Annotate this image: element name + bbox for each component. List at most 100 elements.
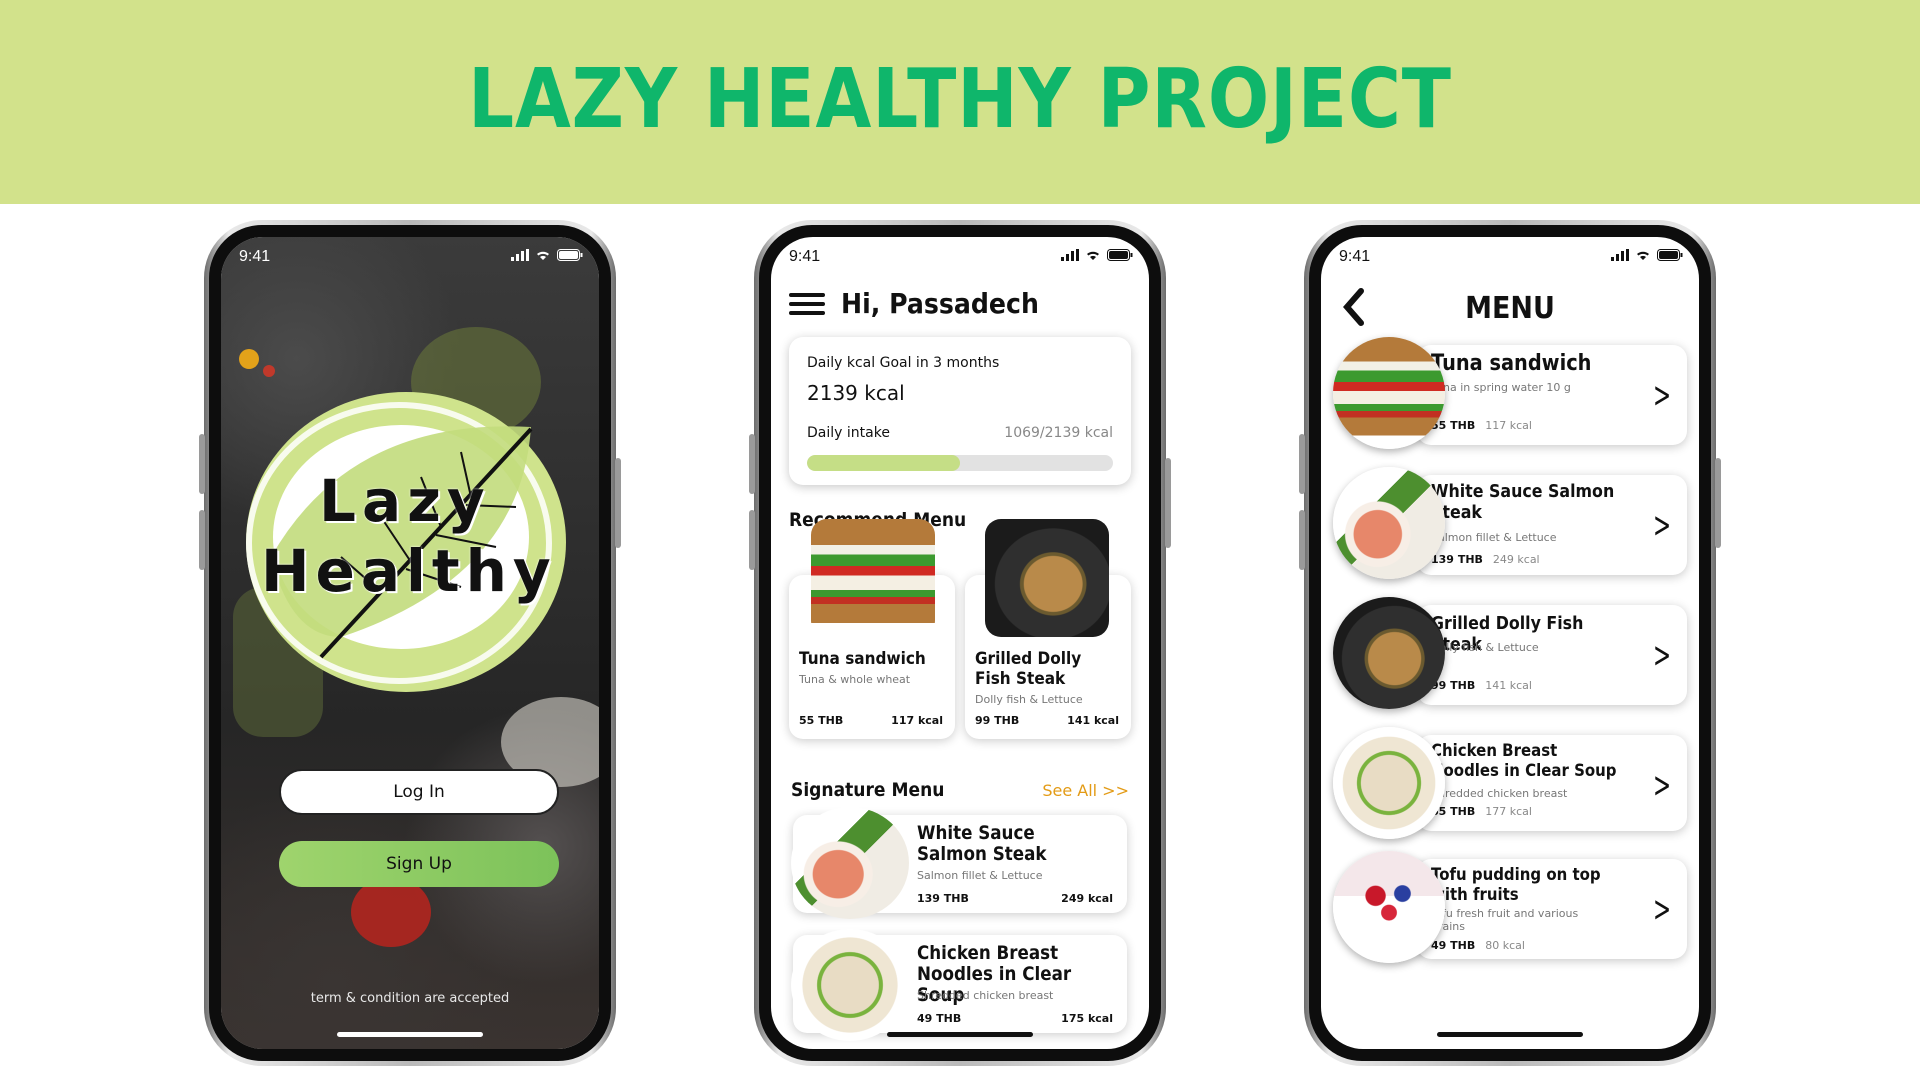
- menu-item-currency: THB: [1450, 939, 1476, 952]
- volume-button: [199, 434, 205, 494]
- home-screen: 9:41 Hi, Passadech Daily kcal Goal in 3 …: [771, 237, 1149, 1049]
- menu-item-currency: THB: [1450, 679, 1476, 692]
- wifi-icon: [1087, 251, 1099, 260]
- menu-item-currency: THB: [1457, 553, 1483, 566]
- menu-item-card[interactable]: Chicken Breast Noodles in Clear Soup Shr…: [1417, 735, 1687, 831]
- fish-steak-image: [985, 519, 1109, 637]
- signup-button[interactable]: Sign Up: [279, 841, 559, 887]
- recommend-item-name: Grilled Dolly Fish Steak: [975, 649, 1082, 689]
- title-banner: LAZY HEALTHY PROJECT: [0, 0, 1920, 204]
- menu-item-currency: THB: [1450, 805, 1476, 818]
- wifi-icon: [537, 251, 549, 260]
- terms-text: term & condition are accepted: [310, 991, 510, 1006]
- fish-steak-image: [1333, 597, 1445, 709]
- menu-item-kcal: 80 kcal: [1485, 939, 1525, 952]
- phone-welcome: 9:41 Lazy Healthy Log In Sign Up term & …: [199, 220, 621, 1066]
- recommend-item-price: 99 THB: [975, 714, 1020, 727]
- power-button: [1715, 458, 1721, 548]
- home-indicator[interactable]: [337, 1032, 483, 1037]
- recommend-item-price: 55 THB: [799, 714, 844, 727]
- power-button: [615, 458, 621, 548]
- signature-item-kcal: 249 kcal: [1061, 892, 1113, 905]
- menu-item-card[interactable]: Tuna sandwich Tuna in spring water 10 g …: [1417, 345, 1687, 445]
- noodle-soup-image: [1333, 727, 1445, 839]
- volume-button: [749, 434, 755, 494]
- chevron-right-icon[interactable]: >: [1653, 635, 1671, 676]
- tofu-pudding-image: [1333, 851, 1445, 963]
- logo-text: Healthy: [261, 537, 557, 605]
- salmon-image: [1333, 467, 1445, 579]
- home-indicator[interactable]: [887, 1032, 1033, 1037]
- menu-item-desc: Shredded chicken breast: [1431, 787, 1568, 800]
- intake-progress-bar: [807, 455, 1113, 471]
- menu-item-kcal: 177 kcal: [1485, 805, 1532, 818]
- volume-button: [199, 510, 205, 570]
- home-indicator[interactable]: [1437, 1032, 1583, 1037]
- volume-button: [749, 510, 755, 570]
- menu-item-desc: Dolly fish & Lettuce: [1431, 641, 1539, 654]
- menu-item-card[interactable]: White Sauce Salmon Steak Salmon fillet &…: [1417, 475, 1687, 575]
- login-button[interactable]: Log In: [279, 769, 559, 815]
- see-all-link[interactable]: See All >>: [1042, 781, 1129, 800]
- menu-item-name: Chicken Breast Noodles in Clear Soup: [1431, 741, 1617, 781]
- greeting: Hi, Passadech: [841, 287, 1039, 320]
- menu-item-desc: Salmon fillet & Lettuce: [1431, 531, 1557, 544]
- signature-item-price: 49 THB: [917, 1012, 962, 1025]
- signature-item-price: 139 THB: [917, 892, 969, 905]
- signature-item-kcal: 175 kcal: [1061, 1012, 1113, 1025]
- signal-icon: [1611, 249, 1629, 261]
- signature-item-name: White Sauce Salmon Steak: [917, 822, 1047, 865]
- menu-item-desc: tofu fresh fruit and various grains: [1431, 907, 1579, 933]
- lazy-healthy-logo: Lazy Healthy: [231, 357, 591, 717]
- phone-home: 9:41 Hi, Passadech Daily kcal Goal in 3 …: [749, 220, 1171, 1066]
- recommend-item-desc: Tuna & whole wheat: [799, 673, 911, 686]
- menu-item-kcal: 249 kcal: [1492, 553, 1540, 566]
- intake-label: Daily intake: [807, 425, 890, 441]
- signal-icon: [511, 249, 529, 261]
- wifi-icon: [1637, 251, 1649, 260]
- status-time: 9:41: [1339, 248, 1371, 265]
- menu-item-kcal: 141 kcal: [1485, 679, 1532, 692]
- chevron-right-icon[interactable]: >: [1653, 889, 1671, 930]
- menu-item-desc: Tuna in spring water 10 g: [1431, 381, 1571, 394]
- sandwich-image: [1333, 337, 1445, 449]
- menu-item-name: Tuna sandwich: [1431, 351, 1592, 376]
- intake-value: 1069/2139 kcal: [1004, 425, 1113, 441]
- volume-button: [1299, 434, 1305, 494]
- chevron-right-icon[interactable]: >: [1653, 765, 1671, 806]
- menu-title: MENU: [1465, 291, 1555, 326]
- phone-menu: 9:41 MENU Tuna sandwich Tuna in spring w…: [1299, 220, 1721, 1066]
- goal-label: Daily kcal Goal in 3 months: [807, 355, 1000, 371]
- status-bar: 9:41: [771, 237, 1149, 277]
- recommend-item-kcal: 117 kcal: [891, 714, 943, 727]
- recommend-item-name: Tuna sandwich: [799, 649, 926, 669]
- signal-icon: [1061, 249, 1079, 261]
- intake-progress-fill: [807, 455, 960, 471]
- chevron-right-icon[interactable]: >: [1653, 375, 1671, 416]
- noodle-soup-image: [791, 929, 909, 1041]
- welcome-screen: 9:41 Lazy Healthy Log In Sign Up term & …: [221, 237, 599, 1049]
- menu-item-card[interactable]: Grilled Dolly Fish Steak Dolly fish & Le…: [1417, 605, 1687, 705]
- power-button: [1165, 458, 1171, 548]
- menu-item-name: Tofu pudding on top with fruits: [1431, 865, 1601, 905]
- signature-item-desc: Salmon fillet & Lettuce: [917, 869, 1043, 882]
- goal-value: 2139 kcal: [807, 381, 905, 405]
- status-time: 9:41: [239, 248, 271, 265]
- salmon-image: [791, 807, 909, 919]
- chevron-right-icon[interactable]: >: [1653, 505, 1671, 546]
- status-bar: 9:41: [221, 237, 599, 277]
- recommend-item-kcal: 141 kcal: [1067, 714, 1119, 727]
- sandwich-image: [811, 519, 935, 637]
- volume-button: [1299, 510, 1305, 570]
- battery-icon: [557, 249, 583, 261]
- signature-item-desc: Shredded chicken breast: [917, 989, 1054, 1002]
- status-bar: 9:41: [1321, 237, 1699, 277]
- battery-icon: [1657, 249, 1683, 261]
- menu-item-kcal: 117 kcal: [1485, 419, 1532, 432]
- menu-screen: 9:41 MENU Tuna sandwich Tuna in spring w…: [1321, 237, 1699, 1049]
- battery-icon: [1107, 249, 1133, 261]
- menu-item-card[interactable]: Tofu pudding on top with fruits tofu fre…: [1417, 859, 1687, 959]
- hamburger-menu-icon[interactable]: [789, 288, 825, 320]
- menu-item-name: White Sauce Salmon Steak: [1431, 481, 1615, 523]
- recommend-item-desc: Dolly fish & Lettuce: [975, 693, 1083, 706]
